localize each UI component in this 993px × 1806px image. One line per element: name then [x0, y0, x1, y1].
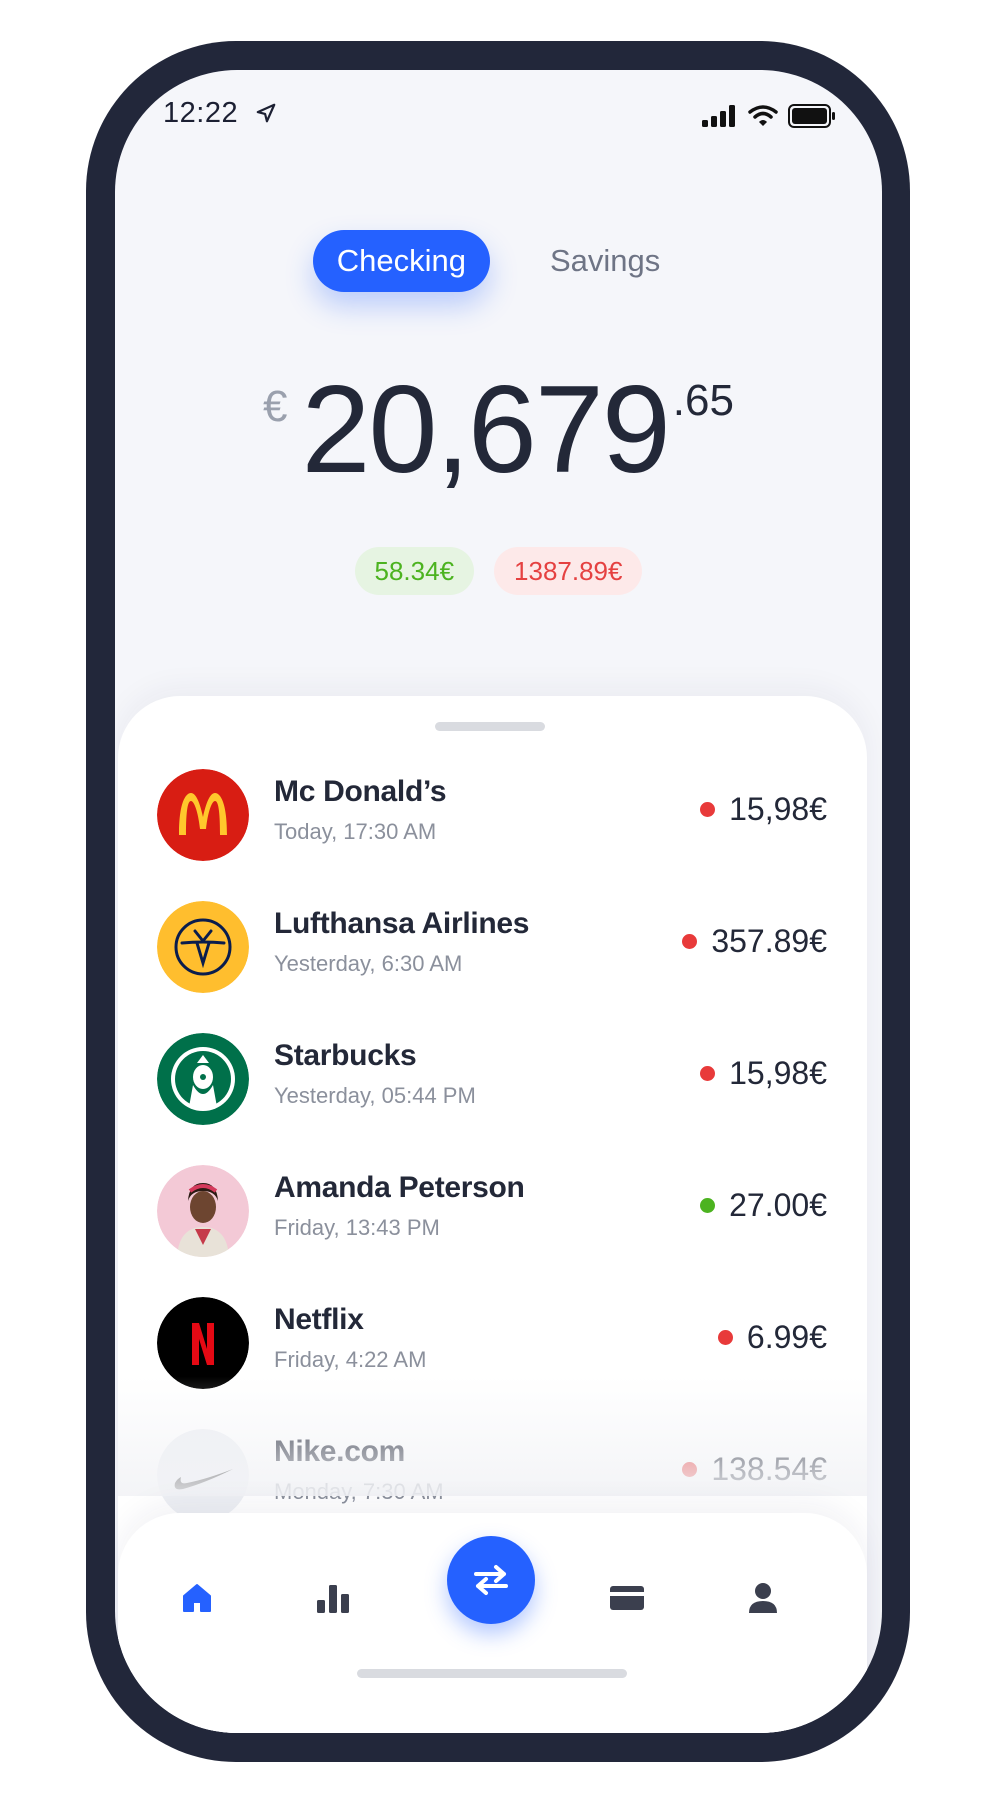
- transaction-name: Starbucks: [274, 1039, 417, 1072]
- home-indicator: [357, 1669, 627, 1678]
- transaction-date: Monday, 7:30 AM: [274, 1479, 444, 1504]
- battery-icon: [788, 104, 835, 128]
- transfer-button[interactable]: [447, 1536, 535, 1624]
- currency-symbol: €: [263, 382, 288, 431]
- transaction-row[interactable]: Amanda Peterson Friday, 13:43 PM 27.00€: [118, 1147, 867, 1279]
- starbucks-logo: [157, 1033, 249, 1125]
- nav-cards[interactable]: [597, 1568, 657, 1628]
- transaction-amount: 15,98€: [700, 791, 827, 828]
- transaction-date: Friday, 4:22 AM: [274, 1347, 427, 1372]
- app-screen: 12:22 Checking Savings €20,679.65 58.34€…: [115, 70, 882, 1733]
- account-tabs: Checking Savings: [115, 230, 882, 292]
- transaction-name: Amanda Peterson: [274, 1171, 525, 1204]
- transfer-icon: [474, 1565, 508, 1595]
- balance-amount: 20,679: [301, 361, 671, 499]
- summary-chips: 58.34€ 1387.89€: [115, 547, 882, 595]
- stats-icon: [317, 1585, 349, 1613]
- profile-icon: [749, 1583, 777, 1613]
- nav-profile[interactable]: [733, 1568, 793, 1628]
- nike-logo: [157, 1429, 249, 1521]
- card-icon: [610, 1586, 644, 1610]
- transaction-name: Netflix: [274, 1303, 364, 1336]
- transaction-date: Yesterday, 05:44 PM: [274, 1083, 476, 1108]
- status-dot: [682, 934, 698, 949]
- transaction-name: Nike.com: [274, 1435, 405, 1468]
- transaction-date: Yesterday, 6:30 AM: [274, 951, 463, 976]
- status-time: 12:22: [163, 96, 277, 130]
- status-dot: [700, 1066, 716, 1081]
- wifi-icon: [748, 105, 778, 126]
- balance-display: €20,679.65: [115, 368, 882, 492]
- avatar: [157, 1165, 249, 1257]
- transaction-row[interactable]: Mc Donald’s Today, 17:30 AM 15,98€: [118, 751, 867, 883]
- transaction-row[interactable]: Starbucks Yesterday, 05:44 PM 15,98€: [118, 1015, 867, 1147]
- status-dot: [682, 1462, 698, 1477]
- lufthansa-logo: [157, 901, 249, 993]
- status-dot: [700, 1198, 716, 1213]
- mcdonalds-logo: [157, 769, 249, 861]
- transaction-amount: 6.99€: [717, 1319, 827, 1356]
- signal-icon: [702, 105, 735, 127]
- status-icons: [702, 102, 836, 130]
- transaction-amount: 357.89€: [682, 923, 827, 960]
- home-icon: [183, 1584, 211, 1612]
- tab-checking[interactable]: Checking: [312, 230, 490, 292]
- tab-savings[interactable]: Savings: [526, 230, 684, 292]
- status-dot: [700, 802, 716, 817]
- transaction-amount: 15,98€: [700, 1055, 827, 1092]
- income-badge: 58.34€: [354, 547, 475, 595]
- transaction-amount: 138.54€: [682, 1451, 827, 1488]
- netflix-logo: [157, 1297, 249, 1389]
- bottom-nav: [118, 1513, 867, 1733]
- balance-cents: .65: [672, 376, 734, 425]
- transaction-amount: 27.00€: [700, 1187, 827, 1224]
- transaction-row[interactable]: Lufthansa Airlines Yesterday, 6:30 AM 35…: [118, 883, 867, 1015]
- nav-stats[interactable]: [303, 1568, 363, 1628]
- status-dot: [717, 1330, 733, 1345]
- transaction-name: Mc Donald’s: [274, 775, 447, 808]
- nav-home[interactable]: [167, 1568, 227, 1628]
- sheet-handle[interactable]: [435, 722, 545, 731]
- location-arrow-icon: [256, 103, 275, 123]
- transaction-date: Today, 17:30 AM: [274, 819, 437, 844]
- expense-badge: 1387.89€: [494, 547, 643, 595]
- transaction-name: Lufthansa Airlines: [274, 907, 530, 940]
- transaction-date: Friday, 13:43 PM: [274, 1215, 440, 1240]
- transaction-row[interactable]: Netflix Friday, 4:22 AM 6.99€: [118, 1279, 867, 1411]
